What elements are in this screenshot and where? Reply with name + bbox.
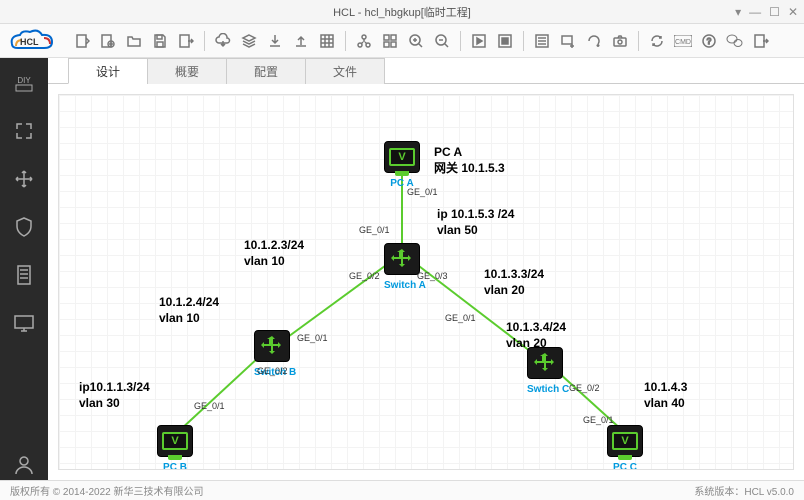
list-icon[interactable] (530, 29, 554, 53)
version: 系统版本：HCL v5.0.0 (694, 483, 794, 498)
tab-file[interactable]: 文件 (305, 58, 385, 84)
open-icon[interactable] (122, 29, 146, 53)
port-label: GE_0/1 (194, 401, 225, 411)
node-pc-c[interactable]: V PC C (607, 425, 643, 470)
svg-text:CMD: CMD (675, 39, 691, 46)
pc-icon: V (384, 141, 420, 173)
port-label: GE_0/1 (445, 313, 476, 323)
main: 设计 概要 配置 文件 V PC A Switch A Switch B (48, 58, 804, 480)
copyright: 版权所有 © 2014-2022 新华三技术有限公司 (10, 483, 204, 498)
upload-icon[interactable] (289, 29, 313, 53)
move-icon[interactable] (9, 164, 39, 194)
stop-icon[interactable] (493, 29, 517, 53)
canvas[interactable]: V PC A Switch A Switch B Swtich C V PC B… (58, 94, 794, 470)
add-icon[interactable] (96, 29, 120, 53)
window-controls: ▾ — ☐ ✕ (735, 5, 798, 19)
svg-text:HCL: HCL (20, 37, 39, 47)
pin-icon[interactable]: ▾ (735, 5, 741, 19)
node-pc-b[interactable]: V PC B (157, 425, 193, 470)
monitor-icon[interactable] (9, 308, 39, 338)
hcl-logo: HCL (8, 28, 58, 54)
pc-icon: V (157, 425, 193, 457)
annotation: 10.1.3.4/24vlan 20 (506, 320, 566, 351)
annotation: 10.1.2.3/24vlan 10 (244, 238, 304, 269)
switch-icon (254, 330, 290, 362)
camera-icon[interactable] (608, 29, 632, 53)
apps-icon[interactable] (378, 29, 402, 53)
port-label: GE_0/2 (257, 366, 288, 376)
footer: 版权所有 © 2014-2022 新华三技术有限公司 系统版本：HCL v5.0… (0, 480, 804, 500)
node-label: PC B (157, 462, 193, 470)
help-icon[interactable]: ? (697, 29, 721, 53)
annotation: 10.1.2.4/24vlan 10 (159, 295, 219, 326)
play-icon[interactable] (467, 29, 491, 53)
window-title: HCL - hcl_hbgkup[临时工程] (333, 4, 471, 20)
minimize-icon[interactable]: — (749, 5, 761, 19)
switch-icon (384, 243, 420, 275)
grid-icon[interactable] (315, 29, 339, 53)
links-layer (59, 95, 793, 469)
layers-icon[interactable] (237, 29, 261, 53)
annotation: 10.1.3.3/24vlan 20 (484, 267, 544, 298)
port-label: GE_0/3 (417, 271, 448, 281)
refresh-add-icon[interactable] (582, 29, 606, 53)
port-label: GE_0/2 (349, 271, 380, 281)
separator (345, 31, 346, 51)
window-add-icon[interactable] (556, 29, 580, 53)
svg-text:?: ? (707, 37, 712, 46)
zoom-out-icon[interactable] (430, 29, 454, 53)
separator (523, 31, 524, 51)
sync-icon[interactable] (645, 29, 669, 53)
wechat-icon[interactable] (723, 29, 747, 53)
node-label: Switch A (384, 280, 420, 291)
tab-summary[interactable]: 概要 (147, 58, 227, 84)
cloud-down-icon[interactable] (211, 29, 235, 53)
topology-icon[interactable] (352, 29, 376, 53)
port-label: GE_0/1 (583, 415, 614, 425)
shield-icon[interactable] (9, 212, 39, 242)
separator (460, 31, 461, 51)
annotation: ip10.1.1.3/24vlan 30 (79, 380, 150, 411)
cmd-icon[interactable]: CMD (671, 29, 695, 53)
diy-icon[interactable]: DIY (9, 68, 39, 98)
user-icon[interactable] (9, 450, 39, 480)
tab-config[interactable]: 配置 (226, 58, 306, 84)
annotation: ip 10.1.5.3 /24vlan 50 (437, 207, 514, 238)
annotation: PC A网关 10.1.5.3 (434, 145, 505, 176)
toolbar: HCL CMD ? (0, 24, 804, 58)
expand-icon[interactable] (9, 116, 39, 146)
zoom-in-icon[interactable] (404, 29, 428, 53)
separator (638, 31, 639, 51)
titlebar: HCL - hcl_hbgkup[临时工程] ▾ — ☐ ✕ (0, 0, 804, 24)
share-icon[interactable] (749, 29, 773, 53)
port-label: GE_0/1 (407, 187, 438, 197)
maximize-icon[interactable]: ☐ (769, 5, 780, 19)
node-switch-a[interactable]: Switch A (384, 243, 420, 291)
close-icon[interactable]: ✕ (788, 5, 798, 19)
tab-design[interactable]: 设计 (68, 58, 148, 84)
node-label: Swtich C (527, 384, 563, 395)
separator (204, 31, 205, 51)
node-switch-c[interactable]: Swtich C (527, 347, 563, 395)
save-icon[interactable] (148, 29, 172, 53)
download-icon[interactable] (263, 29, 287, 53)
port-label: GE_0/2 (569, 383, 600, 393)
node-label: PC C (607, 462, 643, 470)
server-icon[interactable] (9, 260, 39, 290)
export-icon[interactable] (174, 29, 198, 53)
tabs: 设计 概要 配置 文件 (48, 58, 804, 84)
annotation: 10.1.4.3vlan 40 (644, 380, 687, 411)
switch-icon (527, 347, 563, 379)
svg-text:DIY: DIY (17, 76, 31, 85)
port-label: GE_0/1 (359, 225, 390, 235)
node-pc-a[interactable]: V PC A (384, 141, 420, 189)
sidebar: DIY (0, 58, 48, 480)
port-label: GE_0/1 (297, 333, 328, 343)
new-icon[interactable] (70, 29, 94, 53)
pc-icon: V (607, 425, 643, 457)
